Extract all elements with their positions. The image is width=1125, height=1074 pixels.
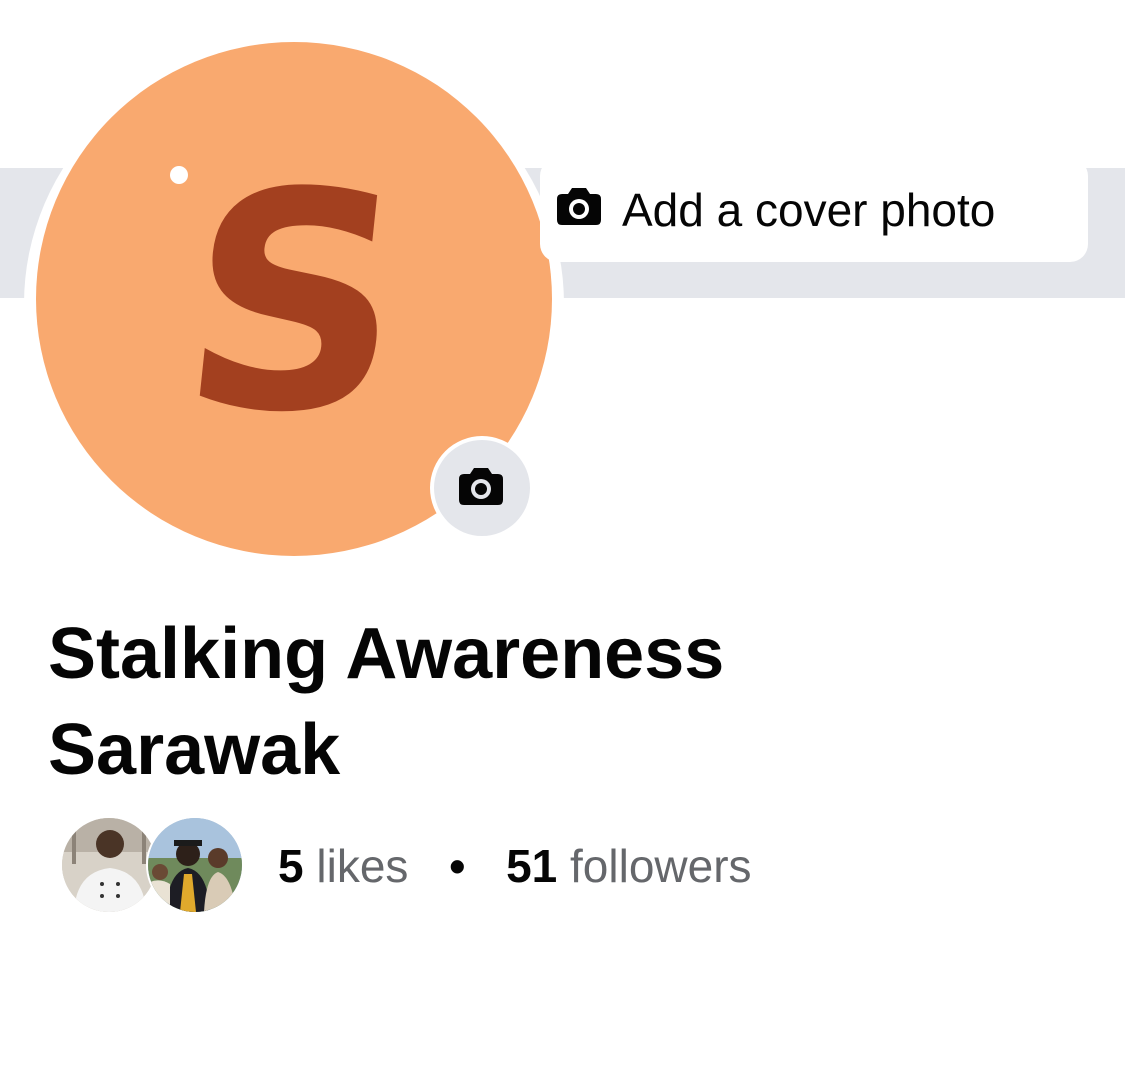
likes-label[interactable]: likes	[316, 840, 408, 892]
stats-separator: •	[449, 840, 466, 892]
friend-avatar[interactable]	[146, 816, 244, 914]
camera-icon	[557, 188, 601, 225]
decorative-dot	[170, 166, 188, 184]
page-header: S Add a cover photo Stalking Awareness S…	[0, 0, 1125, 1074]
add-cover-photo-label: Add a cover photo	[622, 184, 996, 236]
camera-icon	[459, 468, 503, 505]
followers-count[interactable]: 51	[506, 840, 557, 892]
page-title: Stalking Awareness Sarawak	[48, 614, 725, 790]
change-profile-picture-button[interactable]	[430, 436, 534, 540]
person-photo	[62, 818, 156, 912]
page-stats: 5 likes • 51 followers	[278, 838, 752, 894]
person-photo	[148, 818, 242, 912]
avatar-letter: S	[167, 129, 421, 478]
friend-avatar[interactable]	[60, 816, 158, 914]
add-cover-photo-button[interactable]: Add a cover photo	[540, 158, 1088, 262]
friend-avatars[interactable]	[60, 816, 244, 914]
likes-count[interactable]: 5	[278, 840, 304, 892]
followers-label[interactable]: followers	[570, 840, 752, 892]
